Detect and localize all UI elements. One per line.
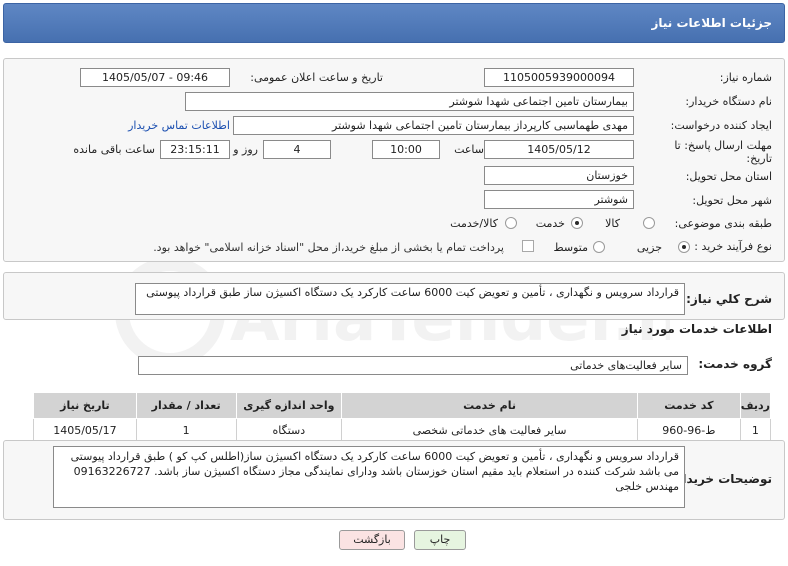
buyer-org-field[interactable]: بیمارستان تامین اجتماعی شهدا شوشتر (185, 92, 634, 111)
creator-label: ایجاد کننده درخواست: (670, 119, 772, 132)
col-row: ردیف (739, 392, 772, 419)
province-field[interactable]: خوزستان (484, 166, 634, 185)
category-option-goods-service: کالا/خدمت (450, 217, 498, 230)
category-radio-goods[interactable] (643, 217, 655, 229)
service-group-field[interactable]: سایر فعالیت‌های خدماتی (138, 356, 688, 375)
category-radio-goods-service[interactable] (505, 217, 517, 229)
announce-datetime-field[interactable]: 1405/05/07 - 09:46 (80, 68, 230, 87)
days-label: روز و (233, 143, 258, 156)
cell-date: 1405/05/17 (33, 418, 137, 443)
summary-textarea[interactable]: قرارداد سرویس و نگهداری ، تأمین و تعویض … (135, 283, 685, 315)
remaining-time-label: ساعت باقی مانده (73, 143, 155, 156)
buyer-contact-link[interactable]: اطلاعات تماس خریدار (128, 119, 230, 132)
col-qty: تعداد / مقدار (135, 392, 237, 419)
services-section-title: اطلاعات خدمات مورد نیاز (621, 322, 772, 336)
col-unit: واحد اندازه گیری (235, 392, 343, 419)
process-option-minor: جزیی (636, 241, 662, 254)
deadline-time-label: ساعت (454, 143, 484, 156)
remaining-time-field[interactable]: 23:15:11 (160, 140, 230, 159)
back-button[interactable]: بازگشت (339, 530, 405, 550)
treasury-payment-note: پرداخت تمام یا بخشی از مبلغ خرید،از محل … (153, 241, 504, 254)
process-radio-minor[interactable] (678, 241, 690, 253)
category-radio-service[interactable] (571, 217, 583, 229)
deadline-time-field[interactable]: 10:00 (372, 140, 440, 159)
process-option-medium: متوسط (553, 241, 588, 254)
print-button[interactable]: چاپ (414, 530, 466, 550)
page-title: جزئیات اطلاعات نیاز (651, 16, 772, 30)
deadline-date-field[interactable]: 1405/05/12 (484, 140, 634, 159)
need-number-label: شماره نیاز: (719, 71, 772, 84)
remaining-days-field[interactable]: 4 (263, 140, 331, 159)
page-header: جزئیات اطلاعات نیاز (3, 3, 785, 43)
creator-field[interactable]: مهدی طهماسبی کارپرداز بیمارستان تامین اج… (233, 116, 634, 135)
announce-label: تاریخ و ساعت اعلان عمومی: (250, 71, 383, 84)
province-label: استان محل تحویل: (685, 170, 772, 183)
process-type-label: نوع فرآیند خرید : (694, 240, 772, 253)
col-date: تاریخ نیاز (33, 392, 137, 419)
buyer-org-label: نام دستگاه خریدار: (685, 95, 772, 108)
deadline-label: مهلت ارسال پاسخ: تا تاریخ: (674, 139, 772, 165)
category-option-goods: کالا (605, 217, 620, 230)
city-field[interactable]: شوشتر (484, 190, 634, 209)
summary-label: شرح کلي نياز: (686, 292, 772, 306)
table-header-row: تاریخ نیاز تعداد / مقدار واحد اندازه گیر… (33, 392, 772, 419)
cell-row: 1 (739, 418, 772, 443)
col-code: کد خدمت (636, 392, 741, 419)
need-number-field[interactable]: 1105005939000094 (484, 68, 634, 87)
category-option-service: خدمت (535, 217, 565, 230)
services-table: تاریخ نیاز تعداد / مقدار واحد اندازه گیر… (33, 392, 772, 443)
need-info-panel (3, 58, 785, 262)
cell-unit: دستگاه (235, 418, 343, 443)
buyer-notes-label: توضیحات خریدار: (670, 472, 772, 486)
cell-qty: 1 (135, 418, 237, 443)
process-radio-medium[interactable] (593, 241, 605, 253)
table-row[interactable]: 1405/05/17 1 دستگاه سایر فعالیت های خدما… (33, 418, 772, 443)
col-name: نام خدمت (341, 392, 638, 419)
city-label: شهر محل تحویل: (692, 194, 772, 207)
cell-code: ط-96-960 (636, 418, 741, 443)
treasury-payment-checkbox[interactable] (522, 240, 534, 252)
service-group-label: گروه خدمت: (698, 357, 772, 371)
cell-name: سایر فعالیت های خدماتی شخصی (341, 418, 638, 443)
category-label: طبقه بندی موضوعی: (674, 217, 772, 230)
buyer-notes-textarea[interactable]: قرارداد سرویس و نگهداری ، تأمین و تعویض … (53, 446, 685, 508)
